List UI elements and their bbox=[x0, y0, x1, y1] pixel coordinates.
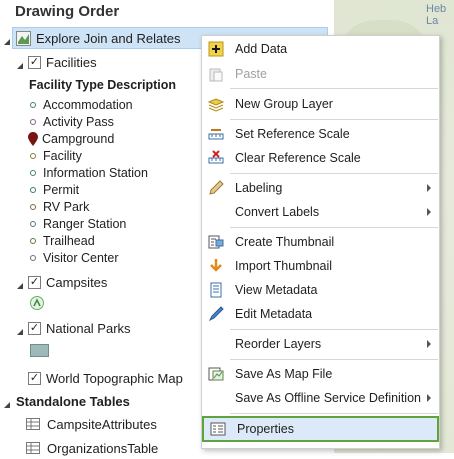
menu-separator bbox=[230, 119, 438, 120]
point-symbol-icon bbox=[30, 101, 36, 108]
properties-icon bbox=[210, 421, 226, 437]
menu-separator bbox=[230, 173, 438, 174]
layer-row-campsites[interactable]: ✓ Campsites bbox=[16, 271, 107, 293]
menu-item-view-metadata[interactable]: View Metadata bbox=[202, 278, 439, 302]
layer-row-facilities[interactable]: ✓ Facilities bbox=[16, 51, 97, 73]
legend-item: Ranger Station bbox=[30, 215, 126, 232]
point-symbol-icon bbox=[30, 237, 36, 244]
collapse-triangle-icon[interactable] bbox=[16, 278, 24, 289]
menu-item-properties[interactable]: Properties bbox=[202, 416, 439, 442]
save-map-file-icon bbox=[208, 366, 224, 382]
paste-icon bbox=[208, 66, 224, 82]
visibility-checkbox[interactable]: ✓ bbox=[28, 55, 41, 69]
layer-name: Campsites bbox=[46, 274, 108, 290]
legend-heading: Facility Type Description bbox=[29, 78, 177, 92]
table-icon bbox=[26, 418, 40, 430]
context-menu: Add Data Paste New Group Layer Set Refer… bbox=[201, 35, 440, 449]
visibility-checkbox[interactable]: ✓ bbox=[28, 371, 41, 385]
menu-item-set-reference-scale[interactable]: Set Reference Scale bbox=[202, 122, 439, 146]
menu-item-add-data[interactable]: Add Data bbox=[202, 37, 439, 61]
legend-item: Visitor Center bbox=[30, 249, 119, 266]
point-symbol-icon bbox=[30, 220, 36, 227]
map-row[interactable]: Explore Join and Relates bbox=[3, 27, 181, 49]
submenu-arrow-icon bbox=[427, 208, 431, 216]
collapse-triangle-icon[interactable] bbox=[3, 34, 11, 45]
table-icon bbox=[26, 442, 40, 454]
edit-metadata-icon bbox=[208, 306, 224, 322]
visibility-checkbox[interactable]: ✓ bbox=[28, 275, 41, 289]
thumbnail-icon bbox=[208, 234, 224, 250]
point-symbol-icon bbox=[30, 152, 36, 159]
collapse-triangle-icon[interactable] bbox=[16, 58, 24, 69]
menu-item-edit-metadata[interactable]: Edit Metadata bbox=[202, 302, 439, 326]
legend-item: Campground bbox=[28, 130, 114, 147]
layer-row-national-parks[interactable]: ✓ National Parks bbox=[16, 317, 131, 339]
menu-item-import-thumbnail[interactable]: Import Thumbnail bbox=[202, 254, 439, 278]
legend-item: Trailhead bbox=[30, 232, 95, 249]
group-layer-icon bbox=[208, 96, 224, 112]
polygon-symbol-icon bbox=[30, 344, 49, 357]
menu-item-convert-labels[interactable]: Convert Labels bbox=[202, 200, 439, 224]
menu-separator bbox=[230, 359, 438, 360]
legend-item: Facility bbox=[30, 147, 82, 164]
collapse-triangle-icon[interactable] bbox=[3, 397, 11, 408]
map-name: Explore Join and Relates bbox=[36, 30, 181, 46]
map-icon bbox=[16, 30, 31, 46]
table-row-campsite-attributes[interactable]: CampsiteAttributes bbox=[26, 413, 157, 435]
collapse-triangle-icon[interactable] bbox=[16, 324, 24, 335]
legend-item: RV Park bbox=[30, 198, 89, 215]
point-symbol-icon bbox=[30, 118, 36, 125]
menu-separator bbox=[230, 413, 438, 414]
menu-separator bbox=[230, 329, 438, 330]
layer-name: National Parks bbox=[46, 320, 131, 336]
view-metadata-icon bbox=[208, 282, 224, 298]
menu-item-reorder-layers[interactable]: Reorder Layers bbox=[202, 332, 439, 356]
standalone-tables-row[interactable]: Standalone Tables bbox=[3, 390, 130, 412]
table-row-organizations-table[interactable]: OrganizationsTable bbox=[26, 437, 158, 459]
submenu-arrow-icon bbox=[427, 184, 431, 192]
clear-scale-icon bbox=[208, 150, 224, 166]
legend-item: Permit bbox=[30, 181, 79, 198]
menu-item-new-group-layer[interactable]: New Group Layer bbox=[202, 92, 439, 116]
menu-item-create-thumbnail[interactable]: Create Thumbnail bbox=[202, 230, 439, 254]
menu-item-paste[interactable]: Paste bbox=[202, 62, 439, 86]
map-place-label: Heb La bbox=[426, 3, 447, 27]
campsite-symbol-icon bbox=[30, 296, 44, 310]
menu-item-save-as-map-file[interactable]: Save As Map File bbox=[202, 362, 439, 386]
layer-name: Facilities bbox=[46, 54, 97, 70]
import-icon bbox=[208, 258, 224, 274]
visibility-checkbox[interactable]: ✓ bbox=[28, 321, 41, 335]
legend-item: Accommodation bbox=[30, 96, 133, 113]
legend-item: Information Station bbox=[30, 164, 148, 181]
table-name: CampsiteAttributes bbox=[47, 416, 157, 432]
point-symbol-icon bbox=[30, 254, 36, 261]
table-name: OrganizationsTable bbox=[47, 440, 159, 456]
set-scale-icon bbox=[208, 126, 224, 142]
labeling-icon bbox=[208, 180, 224, 196]
layer-name: World Topographic Map bbox=[46, 370, 183, 386]
campground-marker-icon bbox=[28, 131, 38, 146]
add-data-icon bbox=[208, 41, 224, 57]
point-symbol-icon bbox=[30, 186, 36, 193]
menu-separator bbox=[230, 227, 438, 228]
menu-item-save-as-offline-service-definition[interactable]: Save As Offline Service Definition bbox=[202, 386, 439, 410]
submenu-arrow-icon bbox=[427, 394, 431, 402]
point-symbol-icon bbox=[30, 169, 36, 176]
pane-title: Drawing Order bbox=[15, 3, 120, 20]
submenu-arrow-icon bbox=[427, 340, 431, 348]
standalone-tables-heading: Standalone Tables bbox=[16, 393, 130, 409]
menu-item-clear-reference-scale[interactable]: Clear Reference Scale bbox=[202, 146, 439, 170]
layer-row-basemap[interactable]: ✓ World Topographic Map bbox=[28, 367, 183, 389]
legend-item: Activity Pass bbox=[30, 113, 114, 130]
menu-separator bbox=[230, 88, 438, 89]
menu-item-labeling[interactable]: Labeling bbox=[202, 176, 439, 200]
point-symbol-icon bbox=[30, 203, 36, 210]
